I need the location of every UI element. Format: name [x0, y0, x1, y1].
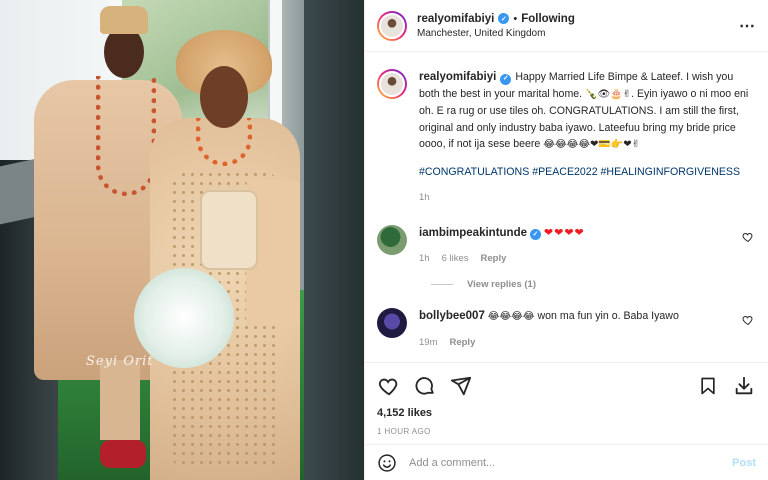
reply-button[interactable]: Reply [481, 251, 507, 267]
groom-cap [100, 6, 148, 34]
comment-avatar[interactable] [377, 224, 407, 255]
comment-item: iambimpeakintunde ✓ ❤❤❤❤ 1h 6 likes Repl… [377, 224, 754, 267]
like-heart-icon[interactable] [377, 374, 401, 398]
view-replies-label: View replies (1) [467, 278, 536, 290]
comment-item: bollybee007 😂😂😂😂 won ma fun yin o. Baba … [377, 307, 754, 351]
view-replies-line [431, 283, 453, 285]
caption-emojis-a: 🍾👁🎂✌ [585, 88, 632, 100]
following-button[interactable]: Following [521, 13, 575, 25]
caption-avatar[interactable] [377, 69, 407, 99]
comment-age: 19m [419, 336, 438, 348]
save-bookmark-icon[interactable] [696, 374, 720, 398]
header-text: realyomifabiyi ✓ • Following Manchester,… [417, 13, 739, 39]
comment-like-heart-icon[interactable] [742, 231, 754, 243]
caption-age: 1h [419, 192, 430, 203]
avatar[interactable] [377, 10, 407, 41]
caption-username[interactable]: realyomifabiyi [419, 71, 496, 83]
comment-meta: 1h 6 likes Reply [419, 251, 742, 267]
groom-leg [100, 360, 140, 440]
comment-username[interactable]: iambimpeakintunde [419, 227, 527, 239]
photo-dark-wall [304, 0, 364, 480]
comment-text: ❤❤❤❤ [543, 226, 585, 239]
comment-like-heart-icon[interactable] [742, 314, 754, 326]
comment-username[interactable]: bollybee007 [419, 310, 485, 322]
action-icons [377, 369, 756, 403]
verified-badge-icon: ✓ [500, 73, 512, 85]
photo-watermark: Seyi Orit [86, 354, 154, 369]
comment-input[interactable] [409, 456, 733, 469]
comment-avatar[interactable] [377, 307, 407, 338]
comment-text: won ma fun yin o. Baba Iyawo [537, 309, 679, 322]
bride-feather-fan [134, 268, 234, 368]
comment-likes[interactable]: 6 likes [442, 251, 469, 267]
comment-meta: 19m Reply [419, 335, 742, 351]
caption: realyomifabiyi ✓ Happy Married Life Bimpe … [377, 69, 754, 207]
comment-age: 1h [419, 252, 430, 264]
groom-shoe [100, 440, 146, 468]
comment-body: iambimpeakintunde ✓ ❤❤❤❤ 1h 6 likes Repl… [419, 225, 742, 267]
location-link[interactable]: Manchester, United Kingdom [417, 28, 739, 39]
verified-badge-icon: ✓ [498, 13, 510, 24]
caption-body: realyomifabiyi ✓ Happy Married Life Bimpe … [419, 69, 754, 207]
share-paper-plane-icon[interactable] [449, 374, 473, 398]
post-details-panel: realyomifabiyi ✓ • Following Manchester,… [364, 0, 768, 480]
instagram-post: Seyi Orit realyomifabiyi ✓ • Following M… [0, 0, 768, 480]
separator-dot: • [513, 12, 518, 25]
reply-button[interactable]: Reply [449, 335, 475, 351]
comment-body: bollybee007 😂😂😂😂 won ma fun yin o. Baba … [419, 308, 742, 351]
bride-bag [200, 190, 258, 270]
groom-beads [96, 76, 156, 196]
view-replies-button[interactable]: View replies (1) [431, 279, 754, 290]
download-icon[interactable] [732, 374, 756, 398]
add-comment-bar: Post [365, 444, 768, 480]
caption-emojis-b: 😂😂😂😂❤💳👉❤✌ [543, 139, 641, 150]
post-photo[interactable]: Seyi Orit [0, 0, 364, 480]
like-count[interactable]: 4,152 likes [377, 407, 756, 419]
emoji-smiley-icon[interactable] [377, 453, 397, 473]
post-header: realyomifabiyi ✓ • Following Manchester,… [365, 0, 768, 52]
post-comment-button[interactable]: Post [732, 457, 756, 469]
comment-bubble-icon[interactable] [413, 374, 437, 398]
post-time: 1 HOUR AGO [377, 427, 431, 436]
more-options-icon[interactable]: ⋯ [739, 16, 756, 36]
caption-hashtags[interactable]: #CONGRATULATIONS #PEACE2022 #HEALINGINFO… [419, 164, 754, 181]
verified-badge-icon: ✓ [529, 229, 541, 240]
comment-emojis: 😂😂😂😂 [487, 310, 535, 322]
comments-scroll-area[interactable]: realyomifabiyi ✓ Happy Married Life Bimpe … [365, 53, 768, 361]
post-actions: 4,152 likes 1 HOUR AGO [365, 362, 768, 436]
header-username[interactable]: realyomifabiyi [417, 13, 494, 25]
